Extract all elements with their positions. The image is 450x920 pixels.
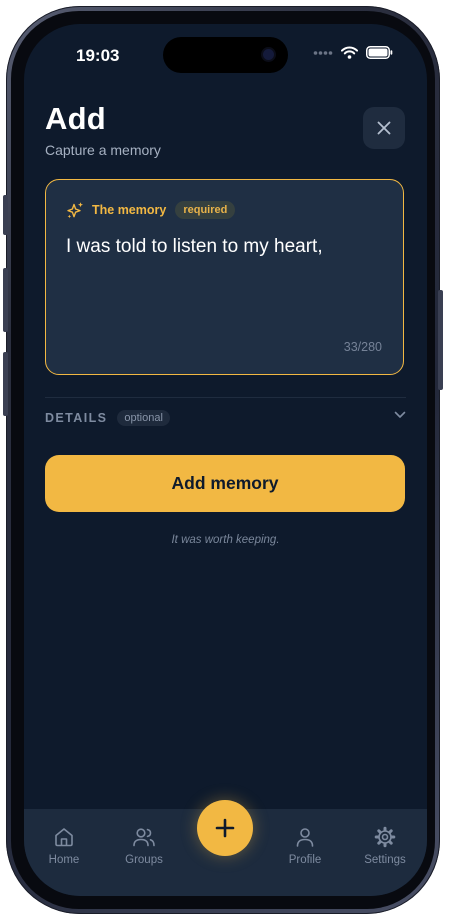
status-icons — [313, 46, 393, 59]
action-button — [3, 195, 8, 235]
required-badge: required — [175, 201, 236, 219]
memory-text-input[interactable]: I was told to listen to my heart, — [66, 236, 323, 258]
tab-profile[interactable]: Profile — [265, 826, 345, 866]
footer-note: It was worth keeping. — [171, 534, 280, 546]
optional-badge: optional — [117, 410, 170, 426]
battery-icon — [366, 46, 393, 59]
tab-settings[interactable]: Settings — [345, 826, 425, 866]
tab-label: Profile — [288, 854, 322, 866]
wifi-icon — [341, 46, 358, 59]
section-divider — [45, 397, 406, 398]
add-fab-button[interactable] — [197, 800, 253, 856]
plus-icon — [215, 818, 235, 838]
tab-label: Settings — [364, 854, 406, 866]
tab-home[interactable]: Home — [24, 826, 104, 866]
character-count: 33/280 — [343, 340, 382, 354]
close-button[interactable] — [363, 107, 405, 149]
camera-icon — [263, 49, 274, 60]
add-memory-button[interactable]: Add memory — [45, 455, 405, 512]
volume-up-button — [3, 268, 8, 332]
home-icon — [55, 828, 73, 847]
app-screen: 19:03 Add Capture a memory The memory re… — [24, 24, 427, 896]
tab-groups[interactable]: Groups — [104, 826, 184, 866]
users-icon — [133, 828, 155, 847]
signal-icon — [313, 50, 333, 55]
gear-icon — [374, 826, 396, 848]
page-title: Add — [45, 101, 106, 136]
details-label: DETAILS — [45, 411, 108, 425]
memory-input-card[interactable]: The memory required I was told to listen… — [45, 179, 404, 375]
user-icon — [296, 828, 314, 847]
memory-card-header: The memory required — [66, 200, 236, 220]
power-button — [438, 290, 443, 390]
chevron-down-icon — [394, 411, 406, 418]
status-time: 19:03 — [76, 46, 120, 65]
details-toggle[interactable]: DETAILS optional — [45, 406, 406, 430]
memory-field-label: The memory — [92, 203, 167, 217]
dynamic-island — [163, 37, 288, 73]
page-subtitle: Capture a memory — [45, 142, 161, 158]
tab-label: Groups — [125, 854, 163, 866]
sparkles-icon — [67, 201, 83, 218]
volume-down-button — [3, 352, 8, 416]
tab-label: Home — [48, 854, 80, 866]
close-icon — [377, 121, 391, 135]
